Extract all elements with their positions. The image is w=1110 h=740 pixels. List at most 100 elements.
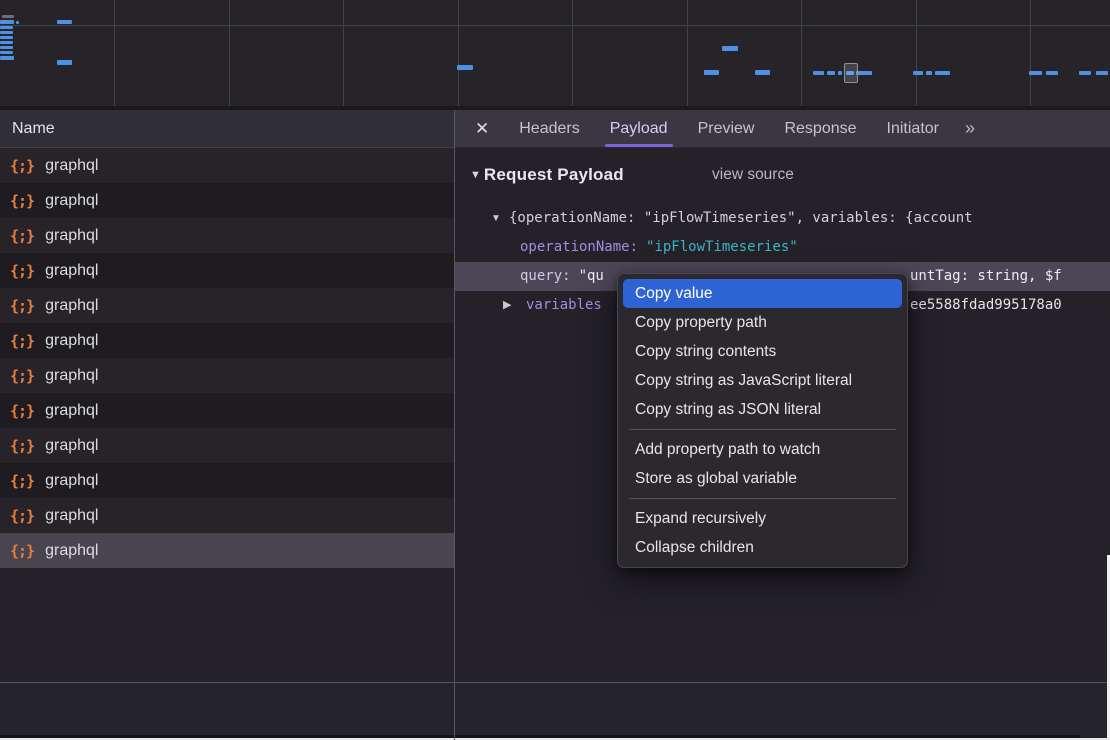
timeline-request-bar bbox=[57, 60, 72, 65]
requests-panel: Name {;} graphql {;} graphql {;} graphql {;… bbox=[0, 110, 454, 682]
timeline-request-bar bbox=[57, 20, 72, 24]
menu-item-store-as-global-variable[interactable]: Store as global variable bbox=[623, 464, 902, 493]
json-braces-icon: {;} bbox=[10, 542, 34, 560]
menu-item-copy-string-json-literal[interactable]: Copy string as JSON literal bbox=[623, 395, 902, 424]
timeline-request-bar bbox=[722, 46, 738, 51]
request-name: graphql bbox=[45, 192, 98, 210]
request-row[interactable]: {;}graphql bbox=[0, 148, 454, 183]
timeline-selection-marker bbox=[844, 63, 858, 83]
timeline-request-bar bbox=[0, 51, 13, 54]
timeline-gridline bbox=[0, 25, 1110, 26]
name-column-header[interactable]: Name bbox=[0, 110, 454, 148]
request-row[interactable]: {;} graphql bbox=[0, 358, 454, 393]
request-row[interactable]: {;} graphql bbox=[0, 428, 454, 463]
menu-item-copy-string-contents[interactable]: Copy string contents bbox=[623, 337, 902, 366]
json-braces-icon: {;} bbox=[10, 507, 34, 525]
timeline-request-bar bbox=[813, 71, 824, 75]
tab-headers[interactable]: Headers bbox=[519, 110, 579, 147]
menu-item-copy-property-path[interactable]: Copy property path bbox=[623, 308, 902, 337]
timeline-gridline bbox=[572, 0, 573, 106]
timeline-request-bar bbox=[0, 56, 14, 60]
more-tabs-icon[interactable]: » bbox=[965, 118, 974, 139]
close-icon[interactable]: ✕ bbox=[475, 119, 489, 139]
request-name: graphql bbox=[45, 227, 98, 245]
detail-tabbar: ✕ Headers Payload Preview Response Initi… bbox=[455, 110, 1110, 148]
request-row[interactable]: {;}graphql bbox=[0, 533, 454, 568]
payload-root-row[interactable]: ▼ {operationName: "ipFlowTimeseries", var… bbox=[455, 204, 1110, 233]
json-braces-icon: {;} bbox=[10, 402, 34, 420]
request-row[interactable]: {;}graphql bbox=[0, 253, 454, 288]
request-row[interactable]: {;}graphql bbox=[0, 463, 454, 498]
request-name: graphql bbox=[45, 402, 98, 420]
menu-separator bbox=[629, 498, 896, 499]
menu-item-copy-value[interactable]: Copy value bbox=[623, 279, 902, 308]
devtools-network-window: Name {;} graphql {;} graphql {;} graphql {;… bbox=[0, 0, 1110, 740]
footer-bar bbox=[0, 683, 1110, 735]
timeline-request-bar bbox=[457, 65, 473, 70]
timeline-gridline bbox=[458, 0, 459, 106]
json-braces-icon: {;} bbox=[10, 367, 34, 385]
json-braces-icon: {;} bbox=[10, 227, 34, 245]
timeline-request-bar bbox=[755, 70, 770, 75]
timeline-gridline bbox=[687, 0, 688, 106]
property-key: operationName: bbox=[520, 239, 638, 255]
collapse-triangle-icon[interactable]: ▼ bbox=[491, 204, 501, 233]
request-name: graphql bbox=[45, 367, 98, 385]
request-name: graphql bbox=[45, 297, 98, 315]
tab-response[interactable]: Response bbox=[784, 110, 856, 147]
timeline-request-bar bbox=[0, 46, 13, 49]
json-braces-icon: {;} bbox=[10, 332, 34, 350]
json-braces-icon: {;} bbox=[10, 437, 34, 455]
menu-item-copy-string-js-literal[interactable]: Copy string as JavaScript literal bbox=[623, 366, 902, 395]
tab-preview[interactable]: Preview bbox=[698, 110, 755, 147]
operation-name-row[interactable]: operationName: "ipFlowTimeseries" bbox=[455, 233, 1110, 262]
expand-triangle-icon[interactable]: ▶ bbox=[503, 291, 511, 320]
timeline-request-bar bbox=[926, 71, 932, 75]
timeline-request-bar bbox=[0, 20, 14, 24]
menu-separator bbox=[629, 429, 896, 430]
request-list: {;} graphql {;} graphql {;} graphql {;} grap… bbox=[0, 148, 454, 568]
timeline-request-bar bbox=[935, 71, 950, 75]
timeline-request-bar bbox=[1029, 71, 1042, 75]
network-overview-timeline[interactable] bbox=[0, 0, 1110, 110]
request-row[interactable]: {;} graphql bbox=[0, 288, 454, 323]
menu-item-expand-recursively[interactable]: Expand recursively bbox=[623, 504, 902, 533]
request-row[interactable]: {;}graphql bbox=[0, 323, 454, 358]
timeline-request-bar bbox=[1079, 71, 1091, 75]
timeline-bar-gray bbox=[2, 15, 14, 18]
section-title: Request Payload bbox=[484, 165, 624, 185]
panel-divider[interactable] bbox=[454, 110, 455, 740]
name-column-label: Name bbox=[12, 120, 55, 138]
timeline-request-bar bbox=[856, 71, 872, 75]
query-value-continuation: untTag: string, $f bbox=[910, 262, 1062, 291]
timeline-gridline bbox=[114, 0, 115, 106]
property-value: "ipFlowTimeseries" bbox=[646, 239, 798, 255]
request-name: graphql bbox=[45, 262, 98, 280]
timeline-request-bar bbox=[1096, 71, 1108, 75]
request-row[interactable]: {;} graphql bbox=[0, 498, 454, 533]
json-braces-icon: {;} bbox=[10, 472, 34, 490]
timeline-gridline bbox=[229, 0, 230, 106]
request-name: graphql bbox=[45, 437, 98, 455]
payload-root-preview: {operationName: "ipFlowTimeseries", vari… bbox=[509, 210, 973, 226]
request-name: graphql bbox=[45, 157, 98, 175]
request-name: graphql bbox=[45, 507, 98, 525]
timeline-gridline bbox=[343, 0, 344, 106]
timeline-request-bar bbox=[827, 71, 835, 75]
request-row[interactable]: {;} graphql bbox=[0, 393, 454, 428]
request-row[interactable]: {;} graphql bbox=[0, 218, 454, 253]
menu-item-collapse-children[interactable]: Collapse children bbox=[623, 533, 902, 562]
tab-initiator[interactable]: Initiator bbox=[887, 110, 939, 147]
json-braces-icon: {;} bbox=[10, 297, 34, 315]
timeline-request-bar bbox=[0, 26, 13, 29]
view-source-link[interactable]: view source bbox=[712, 166, 794, 184]
collapse-triangle-icon[interactable]: ▼ bbox=[470, 169, 481, 181]
tab-payload[interactable]: Payload bbox=[610, 110, 668, 147]
variables-preview-continuation: ee5588fdad995178a0 bbox=[910, 291, 1062, 320]
property-key: variables bbox=[526, 297, 602, 313]
timeline-request-bar bbox=[838, 71, 842, 75]
menu-item-add-property-path-to-watch[interactable]: Add property path to watch bbox=[623, 435, 902, 464]
timeline-gridline bbox=[916, 0, 917, 106]
request-row[interactable]: {;}graphql bbox=[0, 183, 454, 218]
timeline-request-bar bbox=[16, 21, 19, 24]
